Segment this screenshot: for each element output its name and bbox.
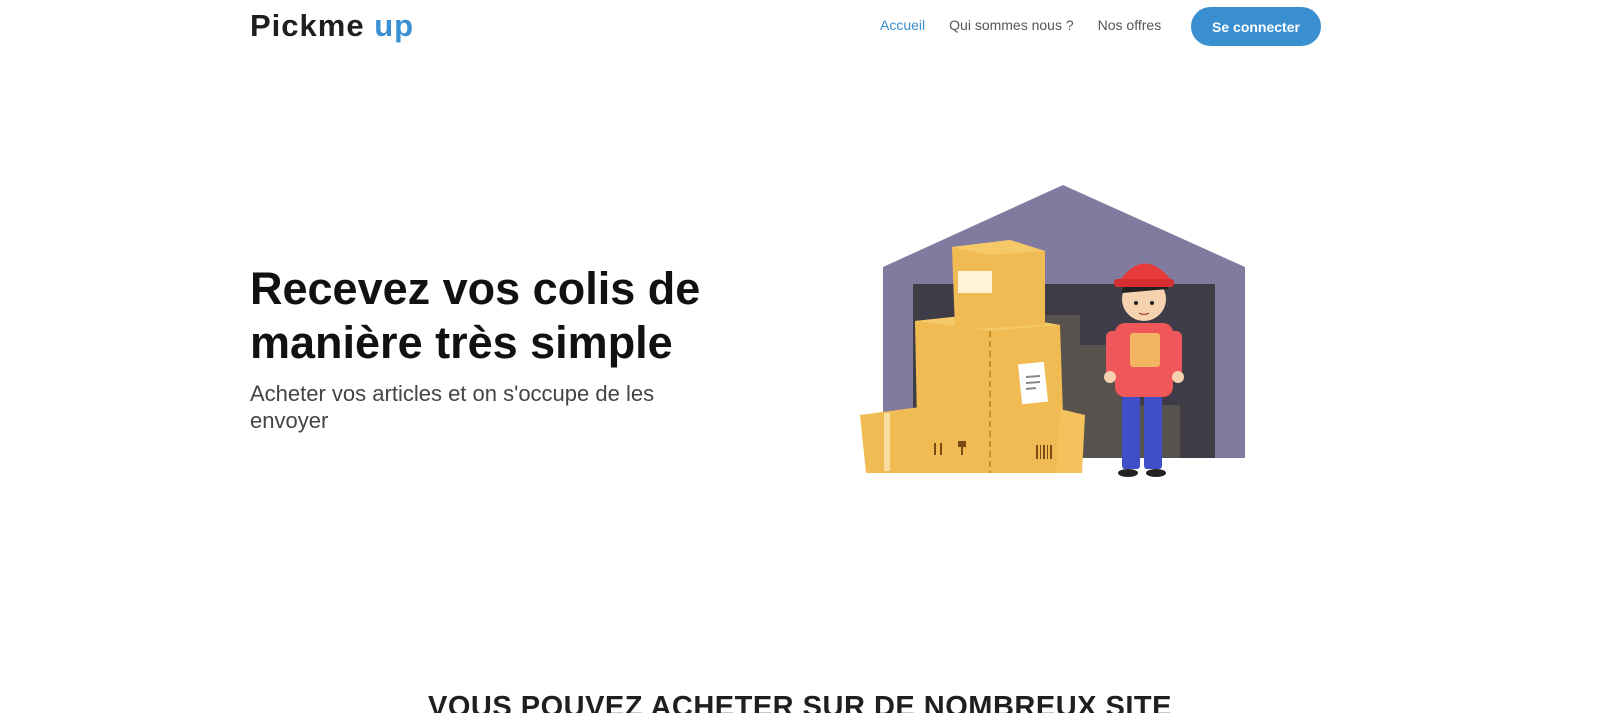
hero-subtitle: Acheter vos articles et on s'occupe de l… (250, 381, 655, 433)
page: Pickme up Accueil Qui sommes nous ? Nos … (0, 0, 1600, 713)
hero-title-line2: manière très simple (250, 317, 673, 368)
box-small (860, 407, 922, 473)
login-button[interactable]: Se connecter (1191, 7, 1321, 46)
brand-name-part1: Pickme (250, 8, 365, 43)
hero-title: Recevez vos colis de manière très simple (250, 262, 770, 370)
nav-link-qui-sommes-nous[interactable]: Qui sommes nous ? (949, 16, 1074, 34)
warehouse-delivery-illustration (860, 185, 1245, 477)
hero-title-line1: Recevez vos colis de (250, 263, 701, 314)
section-heading: VOUS POUVEZ ACHETER SUR DE NOMBREUX SITE (0, 690, 1600, 713)
box-right (1056, 409, 1085, 473)
brand-name-part2: up (374, 8, 415, 43)
main-nav: Accueil Qui sommes nous ? Nos offres (880, 16, 1185, 34)
section-heading-text: VOUS POUVEZ ACHETER SUR DE NOMBREUX SITE (427, 691, 1172, 713)
nav-link-nos-offres[interactable]: Nos offres (1098, 16, 1162, 34)
box-top-label (958, 271, 992, 293)
nav-link-accueil[interactable]: Accueil (880, 16, 925, 34)
brand-logo[interactable]: Pickme up (250, 8, 414, 44)
